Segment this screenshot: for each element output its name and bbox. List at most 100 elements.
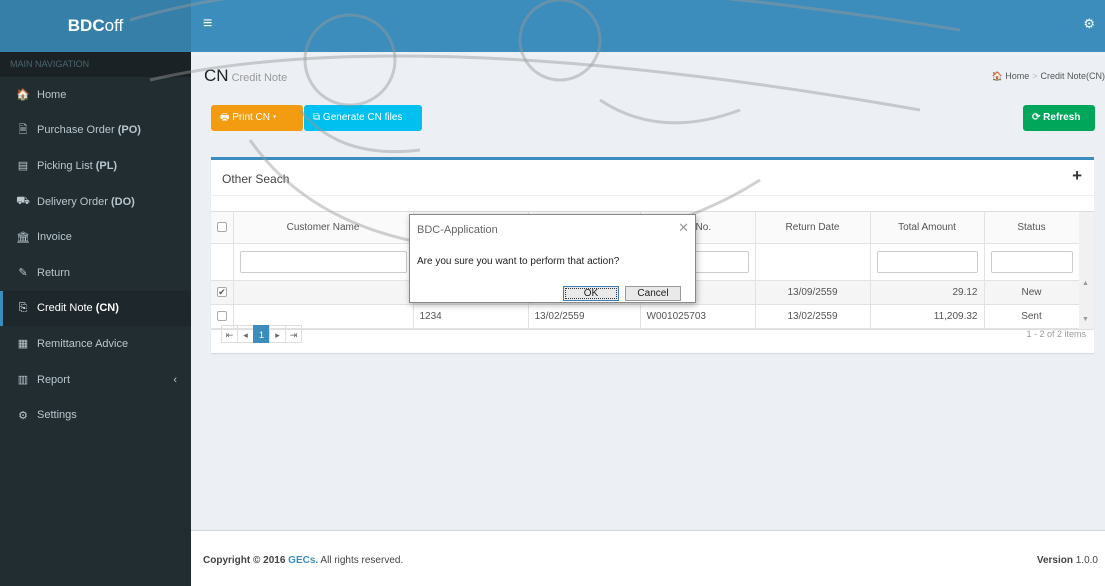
sidebar-item-credit-note[interactable]: ⎘ Credit Note (CN) xyxy=(0,290,191,327)
sidebar-item-text: Invoice xyxy=(37,231,72,244)
sidebar-item-text: Credit Note xyxy=(37,302,96,315)
generate-cn-files-button[interactable]: ⧉ Generate CN files xyxy=(304,105,422,131)
row-checkbox[interactable] xyxy=(217,310,227,321)
breadcrumb-home[interactable]: Home xyxy=(1005,71,1029,81)
breadcrumb-current: Credit Note(CN) xyxy=(1040,71,1105,81)
sidebar-item-text: Picking List xyxy=(37,159,96,172)
sidebar-item-icon: ⎘ xyxy=(18,301,28,314)
cell-total-amount: 29.12 xyxy=(870,280,985,305)
page-number-button[interactable]: 1 xyxy=(253,325,270,343)
breadcrumb: 🏠 Home > Credit Note(CN) xyxy=(991,71,1105,82)
page-subtitle: Credit Note xyxy=(231,72,288,84)
filter-cell xyxy=(211,243,234,281)
filter-cell xyxy=(755,243,871,281)
sidebar-item-label: Credit Note (CN) xyxy=(37,302,119,314)
customer-name-filter-input[interactable] xyxy=(239,250,407,273)
sidebar-item-text: Return xyxy=(37,266,71,279)
scroll-up-icon[interactable]: ▲ xyxy=(1082,280,1089,287)
refresh-button[interactable]: ⟳ Refresh xyxy=(1023,105,1095,131)
pager: ⇤ ◂ 1 ▸ ⇥ 1 - 2 of 2 items xyxy=(221,325,1086,347)
cancel-button[interactable]: Cancel xyxy=(625,286,681,301)
sidebar-item-icon: ✎ xyxy=(18,267,28,280)
sidebar-item-icon: 🏠 xyxy=(16,89,30,102)
column-header-total-amount[interactable]: Total Amount xyxy=(870,212,985,244)
search-box-header[interactable]: Other Seach + xyxy=(211,160,1094,196)
logo-light: off xyxy=(104,16,124,35)
sidebar-item-code: (PL) xyxy=(95,159,118,172)
app-logo[interactable]: BDC off xyxy=(0,0,191,52)
sidebar-item-label: Invoice xyxy=(37,231,72,243)
dialog-close-icon[interactable]: ✕ xyxy=(678,220,689,236)
breadcrumb-sep: > xyxy=(1032,71,1038,81)
sidebar-item-icon: ▤ xyxy=(17,160,29,173)
version-label: Version xyxy=(1036,555,1073,566)
sidebar-item-report[interactable]: ▥ Report ‹ xyxy=(0,362,191,398)
sidebar-item-label: Purchase Order (PO) xyxy=(37,124,141,136)
sidebar-item-home[interactable]: 🏠 Home xyxy=(0,77,191,113)
confirm-dialog: BDC-Application ✕ Are you sure you want … xyxy=(409,214,696,303)
first-page-icon[interactable]: ⇤ xyxy=(221,325,238,343)
sidebar-item-code: (CN) xyxy=(95,302,119,315)
sidebar: BDC off MAIN NAVIGATION 🏠 Home 🗎 Purchase Or… xyxy=(0,0,191,586)
top-bar: ≡ ⚙ xyxy=(191,0,1105,52)
expand-plus-icon[interactable]: + xyxy=(1072,166,1082,186)
chevron-left-icon[interactable]: ‹ xyxy=(173,374,177,386)
print-cn-button[interactable]: 🖶 Print CN ▾ xyxy=(211,105,303,131)
row-checkbox[interactable]: ✔ xyxy=(217,286,227,297)
sidebar-item-icon: ⛟ xyxy=(16,194,30,207)
pager-info: 1 - 2 of 2 items xyxy=(1026,329,1086,339)
page-title: CN Credit Note xyxy=(204,66,287,86)
sidebar-item-icon: ▦ xyxy=(17,338,29,351)
filter-cell xyxy=(233,243,414,281)
scroll-down-icon[interactable]: ▼ xyxy=(1082,316,1089,323)
sidebar-item-return[interactable]: ✎ Return xyxy=(0,255,191,291)
select-all-header[interactable] xyxy=(211,212,234,244)
prev-page-icon[interactable]: ◂ xyxy=(237,325,254,343)
sidebar-item-settings[interactable]: ⚙ Settings xyxy=(0,397,191,433)
menu-toggle-icon[interactable]: ≡ xyxy=(203,15,212,33)
footer: Copyright © 2016 GECs. All rights reserv… xyxy=(191,530,1105,586)
last-page-icon[interactable]: ⇥ xyxy=(285,325,302,343)
logo-bold: BDC xyxy=(67,16,105,35)
company-link[interactable]: GECs. xyxy=(288,555,318,566)
sidebar-item-label: Report xyxy=(37,374,70,386)
sidebar-item-delivery-order[interactable]: ⛟ Delivery Order (DO) xyxy=(0,184,191,220)
sidebar-item-text: Purchase Order xyxy=(37,124,118,137)
sidebar-item-icon: 🏛 xyxy=(16,231,30,244)
grid-vertical-scrollbar[interactable]: ▲ ▼ xyxy=(1079,212,1094,329)
settings-gear-icon[interactable]: ⚙ xyxy=(1083,16,1095,32)
sidebar-item-label: Picking List (PL) xyxy=(37,160,117,172)
sidebar-item-code: (DO) xyxy=(110,195,135,208)
sidebar-item-invoice[interactable]: 🏛 Invoice xyxy=(0,219,191,255)
sidebar-item-code: (PO) xyxy=(117,124,141,137)
dialog-message: Are you sure you want to perform that ac… xyxy=(417,256,620,267)
sidebar-item-icon: ⚙ xyxy=(18,409,28,422)
next-page-icon[interactable]: ▸ xyxy=(269,325,286,343)
nav-list: 🏠 Home 🗎 Purchase Order (PO) ▤ Picking List (… xyxy=(0,77,191,433)
sidebar-item-remittance-advice[interactable]: ▦ Remittance Advice xyxy=(0,326,191,362)
sidebar-item-text: Remittance Advice xyxy=(37,337,129,350)
sidebar-item-icon: 🗎 xyxy=(18,123,28,136)
sidebar-item-icon: ▥ xyxy=(17,374,29,387)
column-header-customer-name[interactable]: Customer Name xyxy=(233,212,414,244)
version-text: Version 1.0.0 xyxy=(1037,555,1098,566)
sidebar-item-purchase-order[interactable]: 🗎 Purchase Order (PO) xyxy=(0,113,191,149)
app-window: BDC off MAIN NAVIGATION 🏠 Home 🗎 Purchase Or… xyxy=(0,0,1105,586)
sidebar-item-label: Return xyxy=(37,267,70,279)
column-header-status[interactable]: Status xyxy=(984,212,1080,244)
filter-cell xyxy=(984,243,1080,281)
filter-cell xyxy=(870,243,985,281)
copyright-suffix: All rights reserved. xyxy=(318,555,404,566)
cell-customer-name xyxy=(233,280,414,305)
sidebar-item-text: Settings xyxy=(37,409,77,422)
column-header-return-date[interactable]: Return Date xyxy=(755,212,871,244)
sidebar-item-text: Report xyxy=(37,373,71,386)
ok-button[interactable]: OK xyxy=(563,286,619,301)
status-filter-input[interactable] xyxy=(990,250,1073,273)
sidebar-item-picking-list[interactable]: ▤ Picking List (PL) xyxy=(0,148,191,184)
select-all-checkbox[interactable] xyxy=(217,222,227,233)
sidebar-item-label: Settings xyxy=(37,409,77,421)
dialog-title: BDC-Application xyxy=(417,224,498,236)
total-amount-filter-input[interactable] xyxy=(876,250,978,273)
copyright-prefix: Copyright © 2016 xyxy=(203,555,289,566)
